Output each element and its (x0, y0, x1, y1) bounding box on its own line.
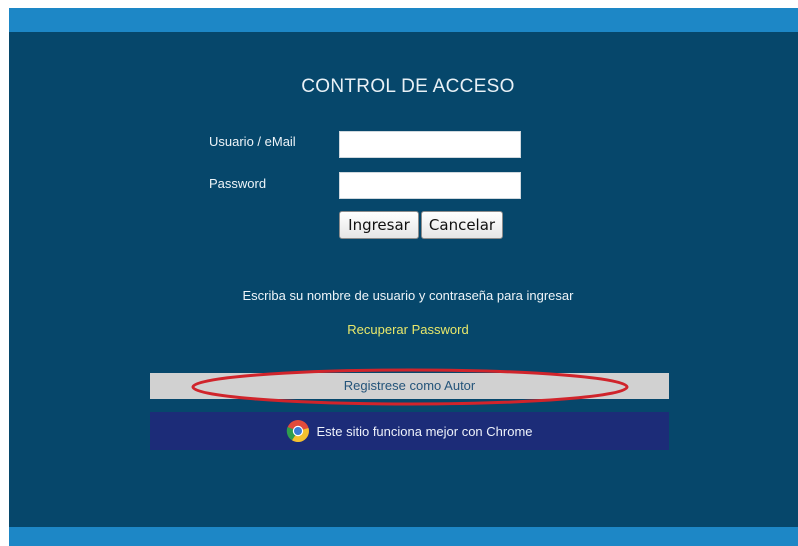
login-button[interactable]: Ingresar (339, 211, 419, 239)
password-label: Password (209, 176, 267, 191)
username-input[interactable] (339, 131, 521, 158)
chrome-icon (286, 419, 310, 443)
login-panel (9, 32, 798, 527)
password-input[interactable] (339, 172, 521, 199)
cancel-button[interactable]: Cancelar (421, 211, 503, 239)
register-author-link[interactable]: Registrese como Autor (150, 373, 669, 399)
page-title: CONTROL DE ACCESO (301, 76, 515, 97)
register-author-label: Registrese como Autor (343, 378, 476, 393)
chrome-notice-text: Este sitio funciona mejor con Chrome (316, 423, 533, 439)
username-label: Usuario / eMail (209, 134, 296, 149)
page-frame: CONTROL DE ACCESO Usuario / eMail Passwo… (0, 0, 798, 546)
bottom-bar (9, 527, 798, 546)
top-bar (9, 8, 798, 32)
chrome-notice-bar: Este sitio funciona mejor con Chrome (150, 412, 669, 450)
recover-password-link[interactable]: Recuperar Password (0, 322, 798, 337)
instructions-text: Escriba su nombre de usuario y contraseñ… (242, 288, 574, 303)
